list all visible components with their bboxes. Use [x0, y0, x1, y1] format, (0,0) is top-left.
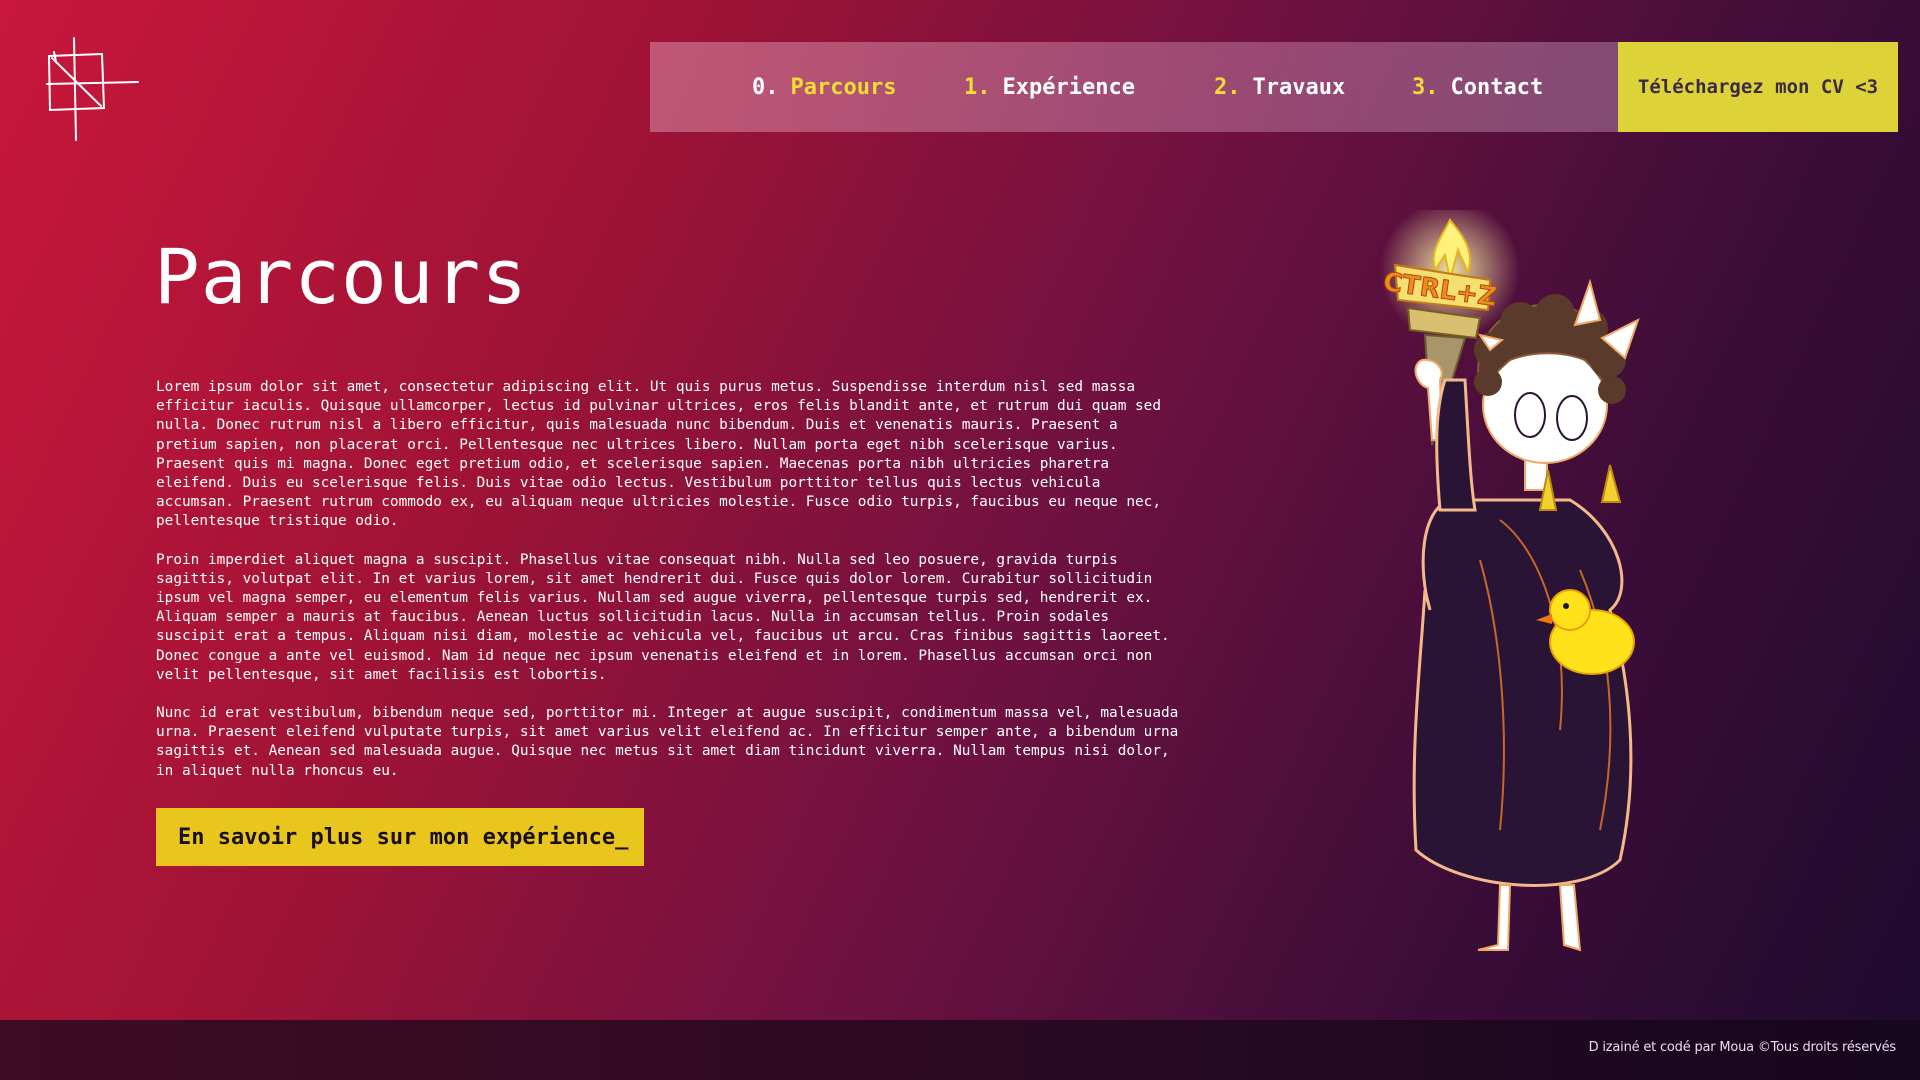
logo-icon[interactable]	[44, 36, 142, 142]
nav-label: Contact	[1450, 74, 1544, 100]
footer-credits: D izainé et codé par Moua ©Tous droits r…	[1588, 1040, 1897, 1055]
nav-number: 0.	[752, 74, 779, 100]
paragraph: Lorem ipsum dolor sit amet, consectetur …	[156, 379, 1162, 530]
download-cv-button[interactable]: Téléchargez mon CV <3	[1618, 42, 1898, 132]
intro-text: Lorem ipsum dolor sit amet, consectetur …	[156, 378, 1186, 800]
paragraph: Nunc id erat vestibulum, bibendum neque …	[156, 705, 1179, 779]
nav-number: 3.	[1412, 74, 1439, 100]
nav-label: Parcours	[790, 74, 897, 100]
nav-item-travaux[interactable]: 2. Travaux	[1214, 42, 1345, 132]
nav-number: 1.	[964, 74, 991, 100]
nav-label: Expérience	[1002, 74, 1135, 100]
nav-number: 2.	[1214, 74, 1241, 100]
experience-cta-button[interactable]: En savoir plus sur mon expérience_	[156, 808, 644, 866]
page-title: Parcours	[154, 232, 529, 321]
footer: D izainé et codé par Moua ©Tous droits r…	[0, 1020, 1920, 1080]
nav-item-experience[interactable]: 1. Expérience	[964, 42, 1135, 132]
nav-item-contact[interactable]: 3. Contact	[1412, 42, 1543, 132]
nav-label: Travaux	[1252, 74, 1346, 100]
character-illustration: CTRL+Z	[1380, 210, 1640, 952]
paragraph: Proin imperdiet aliquet magna a suscipit…	[156, 551, 1170, 683]
nav-item-parcours[interactable]: 0. Parcours	[752, 42, 896, 132]
